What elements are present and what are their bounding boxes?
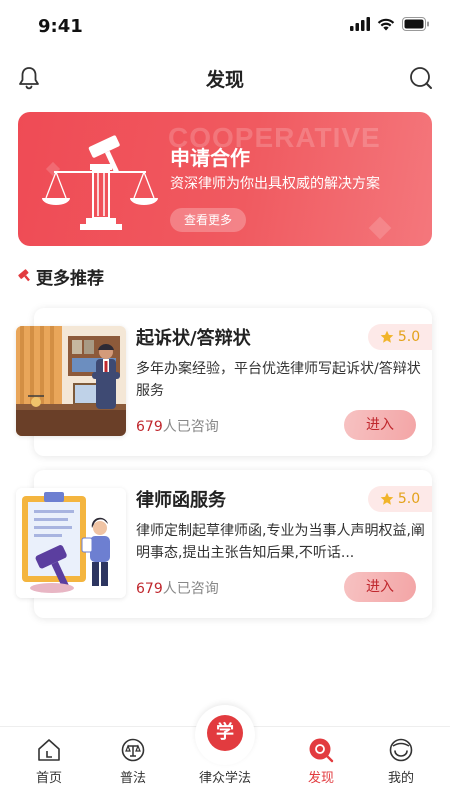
consult-count-suffix: 人已咨询 <box>162 419 219 435</box>
study-icon-char: 学 <box>207 715 243 751</box>
tab-home[interactable]: 首页 <box>17 727 81 800</box>
star-icon <box>380 492 394 505</box>
status-time: 9:41 <box>38 16 83 37</box>
nav-bar: 发现 <box>0 56 450 100</box>
tab-label: 我的 <box>387 771 414 786</box>
tab-discover[interactable]: 发现 <box>289 727 353 800</box>
banner-decoration <box>368 216 392 240</box>
discover-icon <box>309 738 334 763</box>
tab-label: 律众学法 <box>198 771 251 786</box>
view-more-button[interactable]: 查看更多 <box>170 208 246 232</box>
enter-button[interactable]: 进入 <box>344 410 416 440</box>
consult-count-suffix: 人已咨询 <box>162 581 219 597</box>
rating-badge: 5.0 <box>368 324 432 350</box>
banner-title: 申请合作 <box>170 146 250 170</box>
enter-button[interactable]: 进入 <box>344 572 416 602</box>
tab-label: 发现 <box>307 771 334 786</box>
section-title: 更多推荐 <box>36 268 104 289</box>
card-title: 起诉状/答辩状 <box>136 328 251 349</box>
rating-value: 5.0 <box>397 329 421 345</box>
tab-bar: 首页 普法 学 律众学法 发现 我的 <box>0 705 450 800</box>
banner-subtitle: 资深律师为你出具权威的解决方案 <box>170 176 380 192</box>
law-icon <box>121 738 145 762</box>
search-icon[interactable] <box>408 65 434 91</box>
profile-icon <box>389 738 413 762</box>
service-card-lawyer-letter[interactable]: 律师函服务 5.0 律师定制起草律师函,专业为当事人声明权益,阐明事态,提出主张… <box>16 470 432 618</box>
card-description: 律师定制起草律师函,专业为当事人声明权益,阐明事态,提出主张告知后果,不听话..… <box>136 523 425 561</box>
card-description: 多年办案经验，平台优选律师写起诉状/答辩状服务 <box>136 361 421 399</box>
status-icons <box>350 17 430 31</box>
scales-of-justice-icon <box>42 135 158 230</box>
service-card-complaint[interactable]: 起诉状/答辩状 5.0 多年办案经验，平台优选律师写起诉状/答辩状服务 679人… <box>16 308 432 456</box>
cooperation-banner[interactable]: COOPERATIVE 申请合作 资深律师为你出具权威的解决方案 查看更多 <box>18 112 432 246</box>
star-icon <box>380 330 394 343</box>
tab-study[interactable]: 学 律众学法 <box>189 705 261 800</box>
tab-law[interactable]: 普法 <box>101 727 165 800</box>
rating-badge: 5.0 <box>368 486 432 512</box>
battery-icon <box>402 17 429 31</box>
study-icon: 学 <box>195 705 255 765</box>
rating-value: 5.0 <box>397 491 421 507</box>
lawyer-letter-illustration <box>16 488 126 598</box>
home-icon <box>38 739 60 761</box>
card-title: 律师函服务 <box>136 490 226 511</box>
wifi-icon <box>377 18 395 31</box>
signal-icon <box>350 17 370 31</box>
consult-count-number: 679 <box>136 419 163 435</box>
lawyer-office-illustration <box>16 326 126 436</box>
consult-count: 679人已咨询 <box>136 578 219 598</box>
consult-count: 679人已咨询 <box>136 416 219 436</box>
tab-label: 首页 <box>35 771 62 786</box>
tab-label: 普法 <box>119 771 146 786</box>
consult-count-number: 679 <box>136 581 163 597</box>
page-title: 发现 <box>205 69 244 91</box>
section-header: 更多推荐 <box>18 264 104 289</box>
tab-profile[interactable]: 我的 <box>369 727 433 800</box>
status-bar: 9:41 <box>0 0 450 52</box>
gavel-icon <box>18 269 30 282</box>
